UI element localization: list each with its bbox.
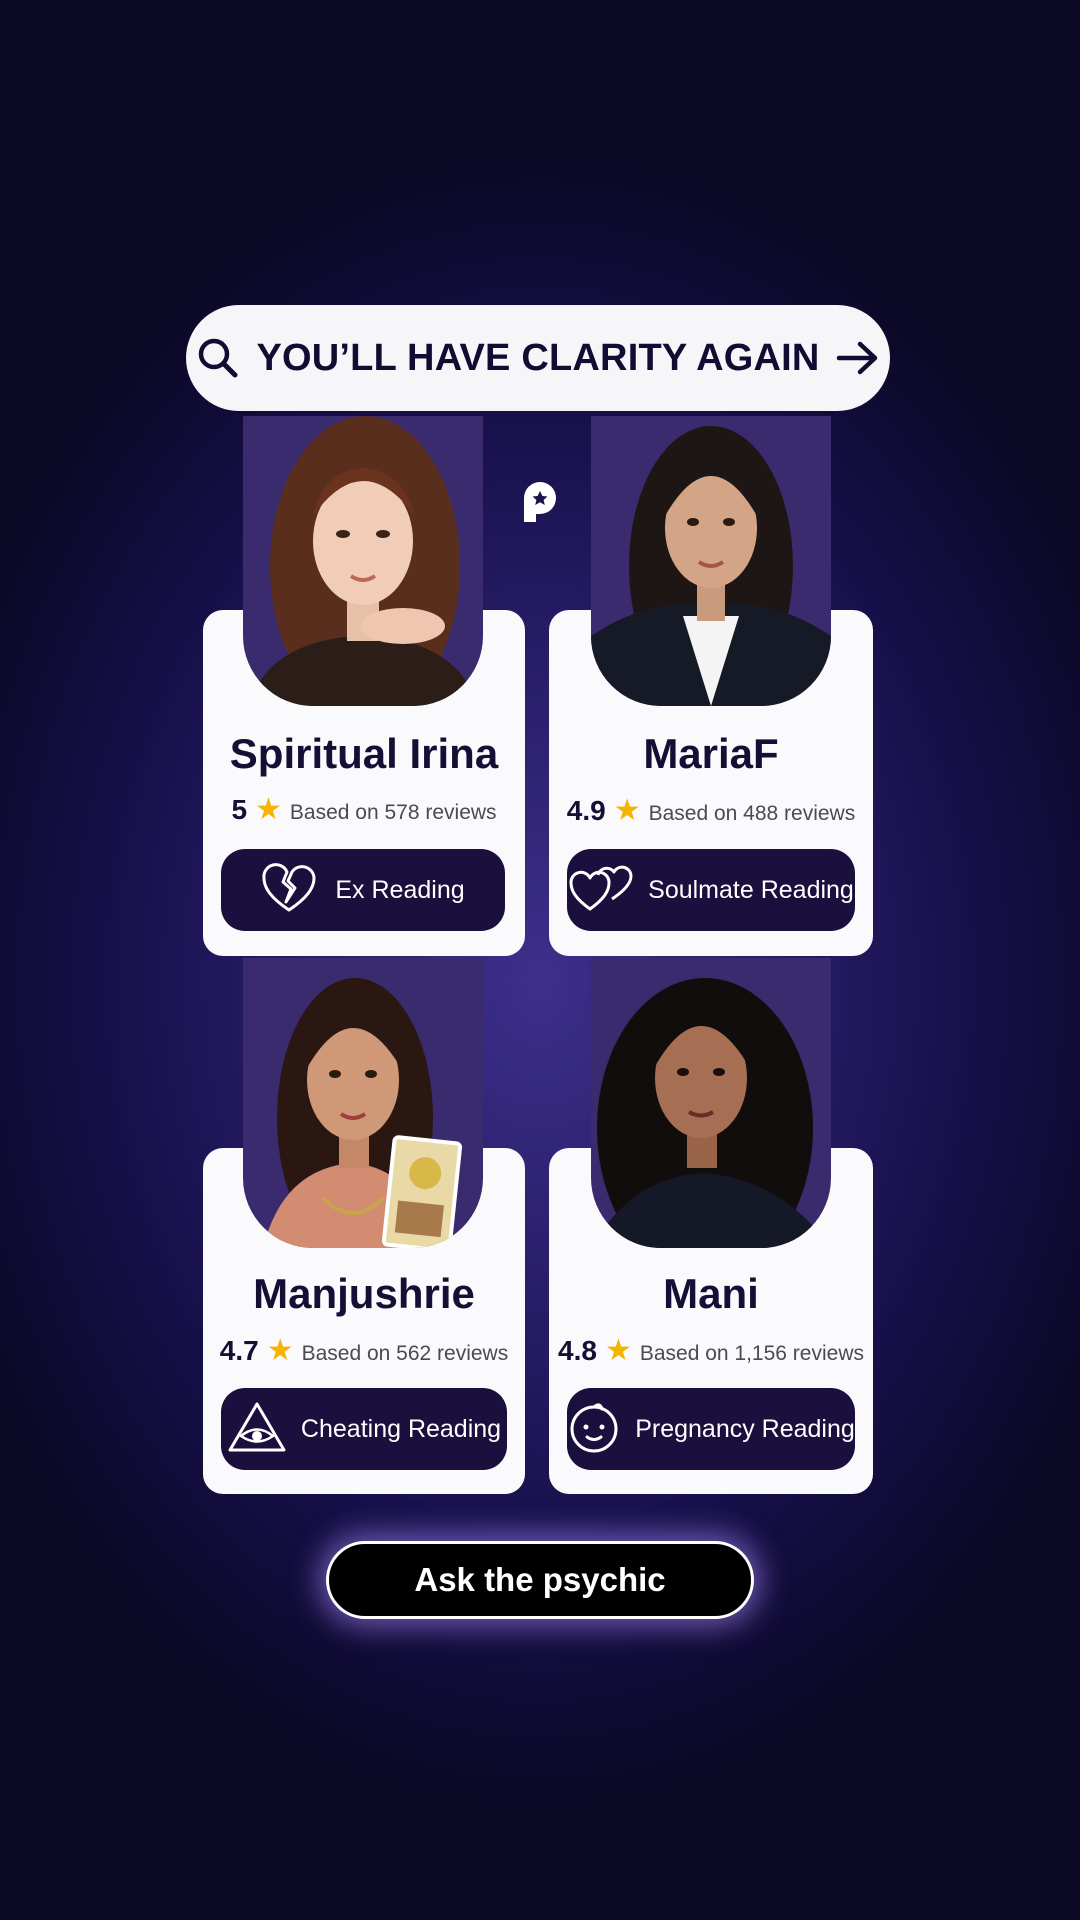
psychic-photo bbox=[591, 416, 831, 706]
psychic-name: Manjushrie bbox=[253, 1270, 475, 1317]
review-count: Based on 1,156 reviews bbox=[639, 1342, 864, 1365]
rating-score: 4.7 bbox=[219, 1335, 259, 1366]
rating-row: 4.8 ★ Based on 1,156 reviews bbox=[549, 1335, 873, 1367]
rating-score: 4.8 bbox=[558, 1335, 597, 1366]
brand-logo-icon bbox=[520, 478, 560, 529]
ask-psychic-button[interactable]: Ask the psychic bbox=[326, 1541, 754, 1619]
search-banner[interactable]: YOU’LL HAVE CLARITY AGAIN bbox=[186, 305, 890, 411]
psychic-photo bbox=[243, 958, 483, 1248]
pregnancy-reading-button[interactable]: Pregnancy Reading bbox=[567, 1388, 855, 1470]
cheating-reading-button[interactable]: Cheating Reading bbox=[221, 1388, 507, 1470]
psychic-name: Mani bbox=[663, 1270, 759, 1317]
psychic-photo bbox=[243, 416, 483, 706]
star-icon: ★ bbox=[266, 1334, 294, 1367]
broken-heart-icon bbox=[261, 862, 317, 919]
eye-triangle-icon bbox=[227, 1401, 287, 1458]
rating-row: 4.7 ★ Based on 562 reviews bbox=[203, 1335, 525, 1367]
two-hearts-icon bbox=[568, 863, 634, 918]
arrow-right-icon bbox=[836, 340, 880, 376]
banner-text: YOU’LL HAVE CLARITY AGAIN bbox=[256, 336, 820, 379]
psychic-name: MariaF bbox=[643, 730, 779, 777]
search-icon bbox=[196, 336, 240, 380]
star-icon: ★ bbox=[613, 794, 641, 827]
ex-reading-button[interactable]: Ex Reading bbox=[221, 849, 505, 931]
star-icon: ★ bbox=[604, 1334, 632, 1367]
rating-score: 5 bbox=[231, 794, 248, 825]
psychic-photo bbox=[591, 958, 831, 1248]
reading-label: Pregnancy Reading bbox=[635, 1414, 855, 1443]
review-count: Based on 488 reviews bbox=[648, 802, 856, 825]
psychic-name: Spiritual Irina bbox=[229, 730, 499, 777]
reading-label: Cheating Reading bbox=[300, 1414, 502, 1443]
star-icon: ★ bbox=[255, 793, 282, 826]
soulmate-reading-button[interactable]: Soulmate Reading bbox=[567, 849, 855, 931]
reading-label: Ex Reading bbox=[335, 875, 465, 904]
rating-row: 5 ★ Based on 578 reviews bbox=[203, 794, 525, 826]
review-count: Based on 578 reviews bbox=[289, 801, 497, 824]
review-count: Based on 562 reviews bbox=[301, 1342, 509, 1365]
baby-face-icon bbox=[567, 1400, 621, 1459]
reading-label: Soulmate Reading bbox=[648, 875, 854, 904]
rating-row: 4.9 ★ Based on 488 reviews bbox=[549, 795, 873, 827]
rating-score: 4.9 bbox=[566, 795, 606, 826]
ask-psychic-label: Ask the psychic bbox=[414, 1561, 666, 1598]
